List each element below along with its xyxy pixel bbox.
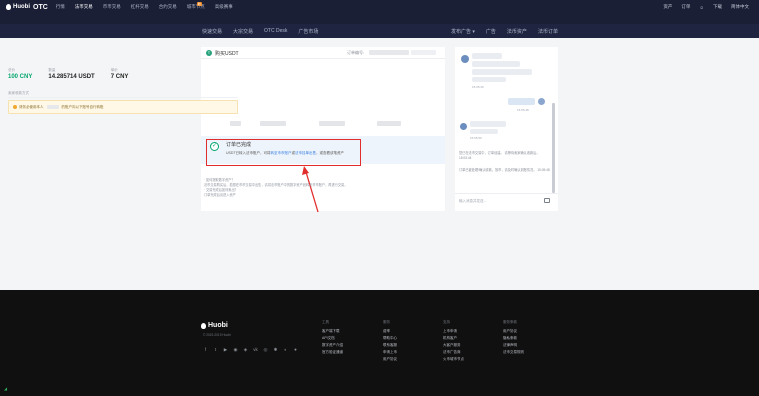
footer-link[interactable]: 火币城市节点 xyxy=(443,356,464,363)
chat-panel: 15:05:46 15:05:48 15:05:50 您已在法币交易中，订单创建… xyxy=(455,47,558,211)
footer-link[interactable]: 机构客户 xyxy=(443,335,464,342)
chat-bubble xyxy=(472,61,520,67)
social-icon[interactable]: vk xyxy=(253,347,258,352)
chat-bubble xyxy=(470,129,498,134)
chat-bubble xyxy=(470,121,506,127)
footer-link[interactable]: 客户端下载 xyxy=(322,328,343,335)
footer xyxy=(0,290,759,396)
footer-column-title: 工具 xyxy=(322,320,329,324)
chat-input[interactable]: 输入消息并发送... xyxy=(455,193,558,211)
footer-link[interactable]: 上币申请 xyxy=(443,328,464,335)
seller-avatar xyxy=(460,123,467,130)
chat-bubble xyxy=(472,77,506,82)
chat-time: 15:05:50 xyxy=(470,136,482,140)
footer-link[interactable]: 用户协议 xyxy=(383,356,397,363)
social-icon[interactable]: ● xyxy=(293,347,298,352)
social-icon[interactable]: ◈ xyxy=(243,347,248,352)
chat-bubble xyxy=(472,53,502,59)
footer-column: 支持上币申请 机构客户 大客户服务 法币广告商 火币城市节点 xyxy=(443,320,464,363)
my-avatar xyxy=(538,98,545,105)
system-message: 订单已被处理/确认收款，放币，请及时确认到账情况。 15:05:48 xyxy=(459,168,550,172)
footer-link[interactable]: 用户协议 xyxy=(503,328,524,335)
footer-column: 工具客户端下载 API文档 数字资产介绍 官方验证通道 xyxy=(322,320,343,356)
signal-icon: ◢ xyxy=(4,386,8,391)
order-tips: · 如何提取数字资产？ 法币交易购买后，若想在币币交易中出售，请将法币账户中的数… xyxy=(204,178,347,198)
footer-link[interactable]: 费率 xyxy=(383,328,397,335)
footer-link[interactable]: 隐私条款 xyxy=(503,335,524,342)
flame-icon xyxy=(201,322,206,329)
footer-link[interactable]: 帮助中心 xyxy=(383,335,397,342)
footer-column: 服务费率 帮助中心 联系客服 申请上币 用户协议 xyxy=(383,320,397,363)
social-icon[interactable]: ◎ xyxy=(263,347,268,352)
footer-link[interactable]: 数字资产介绍 xyxy=(322,342,343,349)
copyright: © 2019-2019 Huobi xyxy=(203,333,231,337)
footer-column-title: 服务条款 xyxy=(503,320,517,324)
footer-link[interactable]: 申请上币 xyxy=(383,349,397,356)
footer-column: 服务条款用户协议 隐私条款 法律声明 法币交易规则 xyxy=(503,320,524,356)
footer-link[interactable]: 法律声明 xyxy=(503,342,524,349)
footer-link[interactable]: 大客户服务 xyxy=(443,342,464,349)
chat-time: 15:05:46 xyxy=(472,85,484,89)
footer-link[interactable]: API文档 xyxy=(322,335,343,342)
social-icon[interactable]: ◉ xyxy=(233,347,238,352)
chat-scrollbar[interactable] xyxy=(552,103,555,193)
footer-logo[interactable]: Huobi xyxy=(201,322,228,329)
social-links: f t ▶ ◉ ◈ vk ◎ ✱ ◐ ● xyxy=(203,347,303,352)
chat-input-placeholder: 输入消息并发送... xyxy=(459,199,487,203)
image-upload-icon[interactable] xyxy=(544,198,550,203)
social-icon[interactable]: f xyxy=(203,347,208,352)
chat-bubble-mine xyxy=(508,98,535,105)
footer-column-title: 服务 xyxy=(383,320,390,324)
seller-avatar xyxy=(461,55,469,63)
chat-time: 15:05:48 xyxy=(517,108,529,112)
footer-column-title: 支持 xyxy=(443,320,450,324)
social-icon[interactable]: ✱ xyxy=(273,347,278,352)
footer-link[interactable]: 联系客服 xyxy=(383,342,397,349)
footer-link[interactable]: 法币交易规则 xyxy=(503,349,524,356)
tip-line: 订单完成后请进入资产 xyxy=(204,193,236,197)
social-icon[interactable]: t xyxy=(213,347,218,352)
social-icon[interactable]: ◐ xyxy=(283,347,288,352)
chat-bubble xyxy=(472,69,532,75)
footer-link[interactable]: 法币广告商 xyxy=(443,349,464,356)
social-icon[interactable]: ▶ xyxy=(223,347,228,352)
system-message: 您已在法币交易中，订单创建。 请等待卖家确认收款后，15:05:44 xyxy=(459,151,540,160)
footer-link[interactable]: 官方验证通道 xyxy=(322,349,343,356)
